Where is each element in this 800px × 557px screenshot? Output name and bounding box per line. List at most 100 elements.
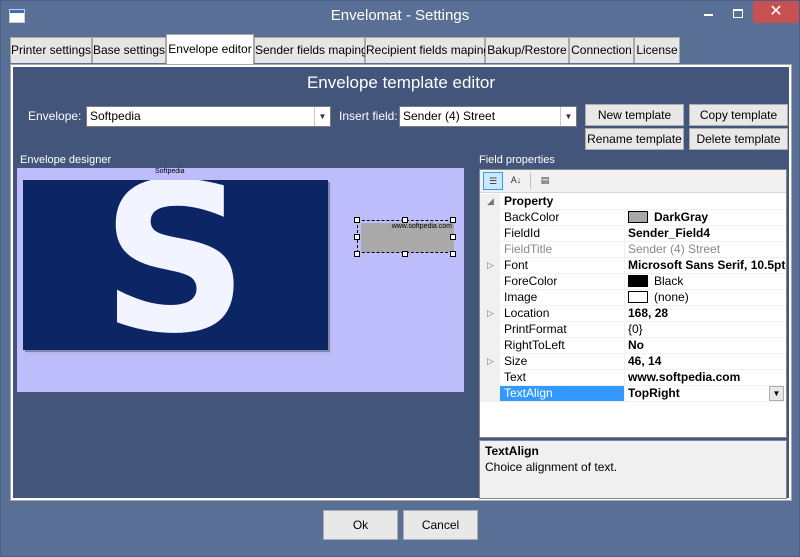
- property-name: TextAlign: [500, 386, 624, 401]
- property-row[interactable]: PrintFormat {0}: [480, 322, 786, 338]
- tab-connection[interactable]: Connection: [569, 37, 634, 63]
- cancel-button[interactable]: Cancel: [403, 510, 478, 540]
- row-gutter: ◢: [480, 194, 500, 210]
- text-field-background: www.softpedia.com: [361, 223, 454, 252]
- row-gutter: [480, 290, 500, 306]
- column-divider: [624, 210, 625, 226]
- insert-field-select[interactable]: Sender (4) Street ▼: [399, 106, 577, 127]
- property-value[interactable]: (none): [628, 290, 786, 305]
- resize-handle-nw[interactable]: [354, 217, 360, 223]
- property-grid[interactable]: ☰ A↓ ▤ ◢ Property BackColor DarkGray Field…: [479, 169, 787, 438]
- property-row[interactable]: TextAlign TopRight ▼: [480, 386, 786, 402]
- tab-bakup-restore[interactable]: Bakup/Restore: [485, 37, 569, 63]
- category-label: Property: [504, 194, 554, 208]
- property-help-pane: TextAlign Choice alignment of text.: [479, 440, 787, 499]
- close-button[interactable]: ✕: [753, 1, 799, 23]
- property-category[interactable]: ◢ Property: [480, 194, 786, 210]
- property-row[interactable]: FieldId Sender_Field4: [480, 226, 786, 242]
- expand-icon[interactable]: ▷: [487, 306, 494, 321]
- row-gutter: [480, 226, 500, 242]
- property-pages-icon[interactable]: ▤: [535, 172, 555, 190]
- property-row[interactable]: ▷ Size 46, 14: [480, 354, 786, 370]
- resize-handle-e[interactable]: [450, 234, 456, 240]
- selected-text-field[interactable]: www.softpedia.com: [357, 220, 454, 253]
- insert-field-label: Insert field:: [339, 109, 398, 123]
- property-grid-toolbar: ☰ A↓ ▤: [480, 170, 786, 193]
- row-gutter: [480, 210, 500, 226]
- resize-handle-se[interactable]: [450, 251, 456, 257]
- categorized-view-icon[interactable]: ☰: [483, 172, 503, 190]
- collapse-icon[interactable]: ◢: [487, 194, 494, 209]
- logo-letter: S: [101, 180, 249, 350]
- property-value[interactable]: Sender (4) Street: [628, 242, 786, 257]
- value-dropdown-icon[interactable]: ▼: [769, 386, 784, 401]
- new-template-button[interactable]: New template: [585, 104, 684, 126]
- resize-handle-sw[interactable]: [354, 251, 360, 257]
- property-value-text: Microsoft Sans Serif, 10.5pt: [628, 258, 786, 272]
- envelope-designer-canvas[interactable]: S Softpedia www.softpedia.com: [17, 168, 464, 392]
- column-divider: [624, 338, 625, 354]
- tab-recipient-fields-maping[interactable]: Recipient fields maping: [365, 37, 490, 63]
- resize-handle-s[interactable]: [402, 251, 408, 257]
- property-name: BackColor: [504, 210, 560, 224]
- settings-window: Envelomat - Settings ✕ Printer settings …: [0, 0, 800, 557]
- property-value-text: {0}: [628, 322, 643, 336]
- row-gutter: [480, 370, 500, 386]
- property-value[interactable]: 168, 28: [628, 306, 786, 321]
- property-row[interactable]: ForeColor Black: [480, 274, 786, 290]
- property-row[interactable]: RightToLeft No: [480, 338, 786, 354]
- chevron-down-icon[interactable]: ▼: [314, 107, 330, 126]
- envelope-editor-panel: Envelope template editor Envelope: Softp…: [13, 67, 789, 499]
- tab-base-settings[interactable]: Base settings: [92, 37, 166, 63]
- chevron-down-icon[interactable]: ▼: [560, 107, 576, 126]
- property-name: Font: [504, 258, 529, 272]
- property-value[interactable]: Black: [628, 274, 786, 289]
- property-row[interactable]: BackColor DarkGray: [480, 210, 786, 226]
- property-value[interactable]: TopRight: [628, 386, 786, 401]
- maximize-icon: [733, 8, 743, 18]
- resize-handle-w[interactable]: [354, 234, 360, 240]
- property-row[interactable]: FieldTitle Sender (4) Street: [480, 242, 786, 258]
- property-value[interactable]: DarkGray: [628, 210, 786, 225]
- editor-title: Envelope template editor: [306, 73, 496, 92]
- tab-printer-settings[interactable]: Printer settings: [10, 37, 92, 63]
- property-name: Text: [504, 370, 527, 384]
- rename-template-button[interactable]: Rename template: [585, 128, 684, 150]
- tab-sender-fields-maping[interactable]: Sender fields maping: [254, 37, 368, 63]
- maximize-button[interactable]: [723, 1, 753, 23]
- logo-caption-field[interactable]: Softpedia: [155, 168, 185, 175]
- minimize-button[interactable]: [693, 1, 723, 23]
- property-value[interactable]: Microsoft Sans Serif, 10.5pt: [628, 258, 786, 273]
- envelope-select[interactable]: Softpedia ▼: [86, 106, 331, 127]
- property-row[interactable]: Image (none): [480, 290, 786, 306]
- property-value[interactable]: 46, 14: [628, 354, 786, 369]
- help-title: TextAlign: [485, 444, 539, 458]
- color-swatch: [628, 291, 648, 303]
- property-row[interactable]: ▷ Location 168, 28: [480, 306, 786, 322]
- property-value-text: www.softpedia.com: [628, 370, 741, 384]
- expand-icon[interactable]: ▷: [487, 258, 494, 273]
- tab-envelope-editor[interactable]: Envelope editor: [166, 34, 254, 64]
- property-value-text: Black: [654, 274, 684, 288]
- property-value-text: No: [628, 338, 644, 352]
- property-value[interactable]: No: [628, 338, 786, 353]
- property-value[interactable]: www.softpedia.com: [628, 370, 786, 385]
- expand-icon[interactable]: ▷: [487, 354, 494, 369]
- delete-template-button[interactable]: Delete template: [689, 128, 788, 150]
- row-gutter: ▷: [480, 306, 500, 322]
- property-row[interactable]: ▷ Font Microsoft Sans Serif, 10.5pt: [480, 258, 786, 274]
- insert-field-select-value: Sender (4) Street: [403, 109, 496, 123]
- title-bar[interactable]: Envelomat - Settings ✕: [1, 1, 799, 32]
- copy-template-button[interactable]: Copy template: [689, 104, 788, 126]
- ok-button[interactable]: Ok: [323, 510, 398, 540]
- alphabetical-sort-icon[interactable]: A↓: [506, 172, 526, 190]
- envelope-label: Envelope:: [28, 109, 82, 123]
- property-value[interactable]: {0}: [628, 322, 786, 337]
- resize-handle-ne[interactable]: [450, 217, 456, 223]
- property-value[interactable]: Sender_Field4: [628, 226, 786, 241]
- softpedia-logo-image[interactable]: S: [23, 180, 328, 350]
- resize-handle-n[interactable]: [402, 217, 408, 223]
- tab-license[interactable]: License: [634, 37, 680, 63]
- property-row[interactable]: Text www.softpedia.com: [480, 370, 786, 386]
- property-name: PrintFormat: [504, 322, 567, 336]
